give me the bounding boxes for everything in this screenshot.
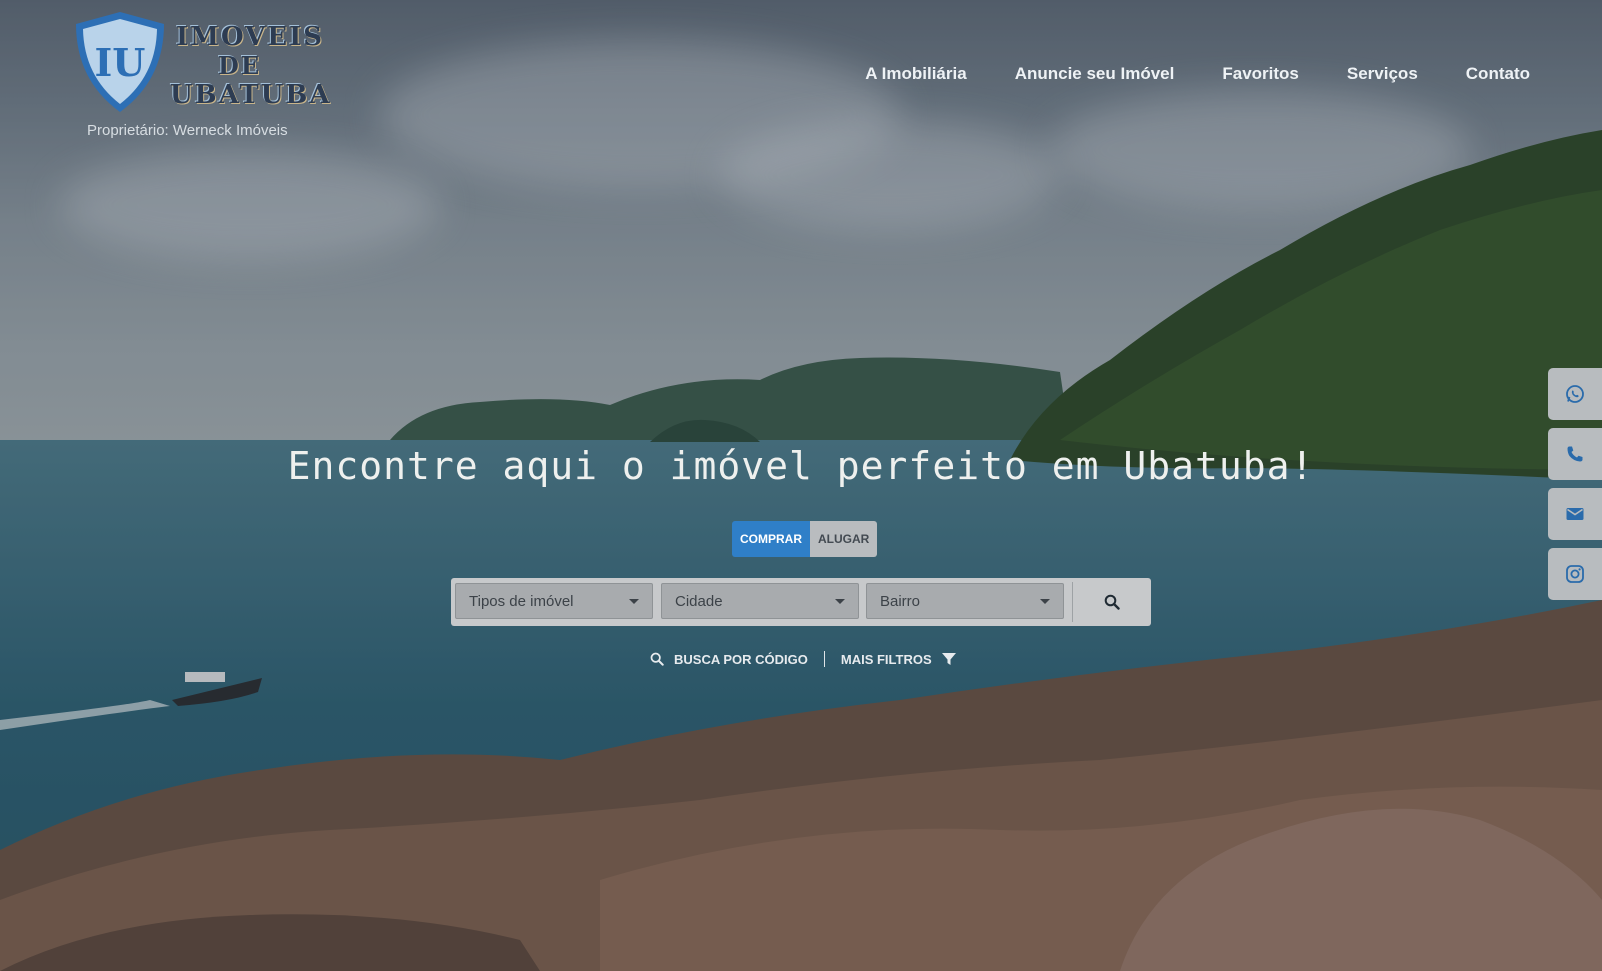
search-button[interactable] [1073, 578, 1151, 626]
nav-item-contato[interactable]: Contato [1466, 64, 1530, 84]
link-separator [823, 651, 825, 667]
mode-toggle: COMPRAR ALUGAR [732, 521, 878, 557]
shield-logo-icon: IU [76, 12, 164, 112]
logo-text-line3: UBATUBA [170, 80, 332, 110]
svg-text:IU: IU [95, 40, 146, 85]
neighborhood-label: Bairro [880, 592, 921, 610]
owner-caption: Proprietário: Werneck Imóveis [87, 122, 288, 139]
whatsapp-icon [1566, 385, 1584, 403]
search-icon [1104, 594, 1120, 610]
nav-item-imobiliaria[interactable]: A Imobiliária [865, 64, 966, 84]
code-search-link[interactable]: BUSCA POR CÓDIGO [674, 652, 808, 667]
city-select[interactable]: Cidade [661, 583, 859, 619]
neighborhood-select[interactable]: Bairro [866, 583, 1064, 619]
caret-down-icon [835, 598, 845, 604]
whatsapp-button[interactable] [1548, 368, 1602, 420]
filter-icon [941, 652, 956, 666]
caret-down-icon [629, 598, 639, 604]
nav-item-favoritos[interactable]: Favoritos [1222, 64, 1299, 84]
logo-text-line2: DE [218, 51, 262, 80]
property-search-form: Tipos de imóvel Cidade Bairro [451, 578, 1151, 626]
instagram-icon [1566, 565, 1584, 583]
property-type-select[interactable]: Tipos de imóvel [455, 583, 653, 619]
city-label: Cidade [675, 592, 723, 610]
search-icon [650, 652, 664, 666]
email-icon [1566, 508, 1584, 520]
phone-button[interactable] [1548, 428, 1602, 480]
caret-down-icon [1040, 598, 1050, 604]
phone-icon [1567, 446, 1583, 462]
mode-rent-button[interactable]: ALUGAR [810, 521, 878, 557]
search-quick-links: BUSCA POR CÓDIGO MAIS FILTROS [650, 651, 956, 667]
hero-title: Encontre aqui o imóvel perfeito em Ubatu… [287, 444, 1315, 488]
main-nav: A Imobiliária Anuncie seu Imóvel Favorit… [865, 64, 1530, 84]
more-filters-link[interactable]: MAIS FILTROS [841, 652, 932, 667]
nav-item-anuncie[interactable]: Anuncie seu Imóvel [1015, 64, 1175, 84]
email-button[interactable] [1548, 488, 1602, 540]
instagram-button[interactable] [1548, 548, 1602, 600]
property-type-label: Tipos de imóvel [469, 592, 574, 610]
logo-text-line1: IMOVEIS [176, 22, 325, 52]
site-logo[interactable]: IU IMOVEIS DE UBATUBA [72, 10, 330, 140]
floating-contact-bar [1548, 368, 1602, 608]
mode-buy-button[interactable]: COMPRAR [732, 521, 810, 557]
nav-item-servicos[interactable]: Serviços [1347, 64, 1418, 84]
